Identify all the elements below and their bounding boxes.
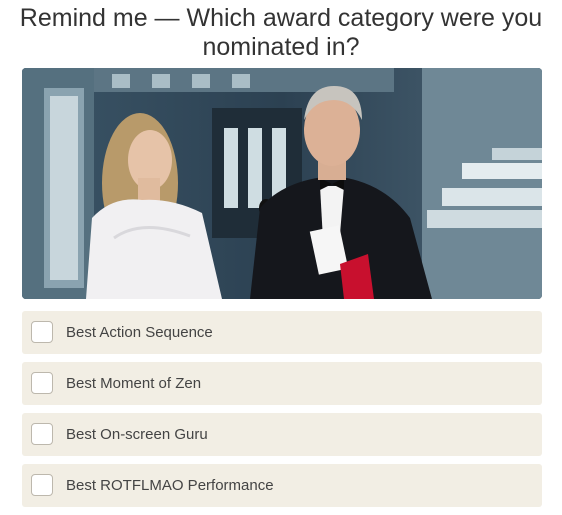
option-best-action-sequence[interactable]: Best Action Sequence — [22, 311, 542, 354]
question-title: Remind me — Which award category were yo… — [19, 4, 543, 61]
checkbox[interactable] — [31, 474, 53, 496]
option-best-on-screen-guru[interactable]: Best On-screen Guru — [22, 413, 542, 456]
option-label: Best On-screen Guru — [66, 426, 208, 443]
checkbox[interactable] — [31, 423, 53, 445]
option-best-moment-of-zen[interactable]: Best Moment of Zen — [22, 362, 542, 405]
option-label: Best Moment of Zen — [66, 375, 202, 392]
option-label: Best ROTFLMAO Performance — [66, 477, 274, 494]
checkbox[interactable] — [31, 372, 53, 394]
option-best-rotflmao-performance[interactable]: Best ROTFLMAO Performance — [22, 464, 542, 507]
answer-options: Best Action Sequence Best Moment of Zen … — [22, 311, 542, 515]
option-label: Best Action Sequence — [66, 324, 213, 341]
checkbox[interactable] — [31, 321, 53, 343]
question-image — [22, 68, 542, 299]
